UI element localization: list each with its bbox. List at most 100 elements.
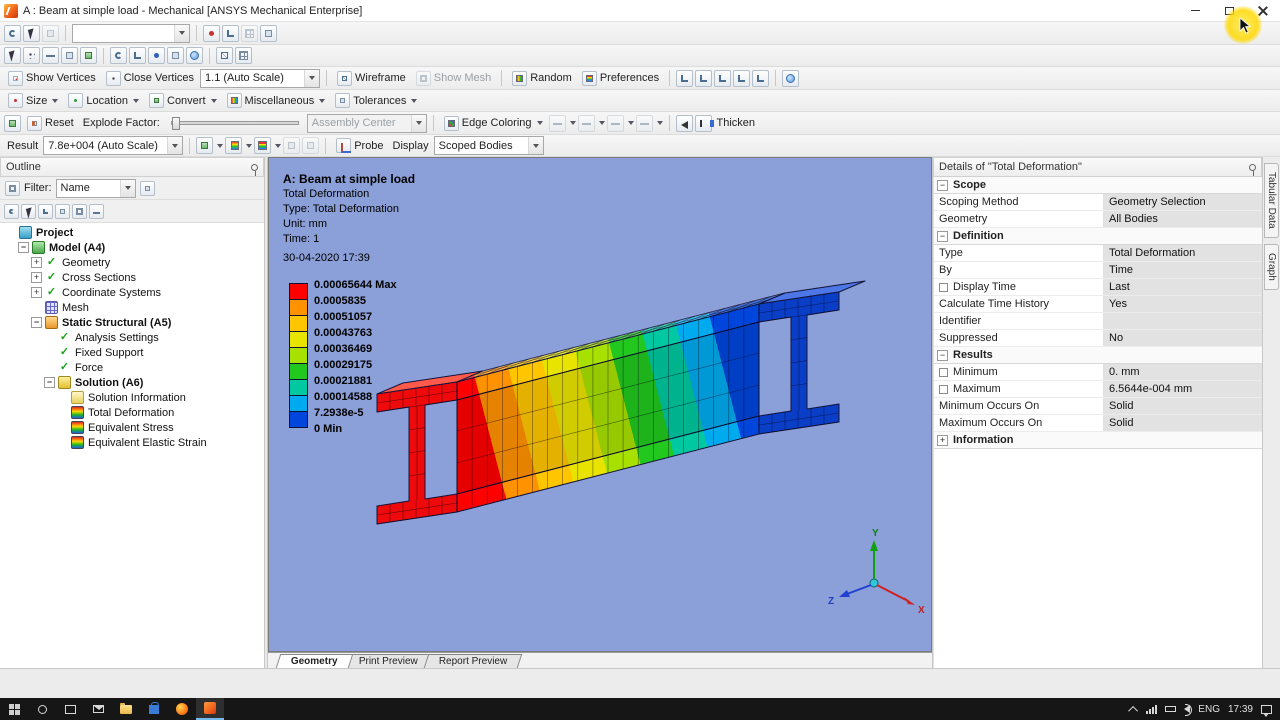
viewport-tab-report-preview[interactable]: Report Preview — [423, 654, 523, 668]
checkbox-icon[interactable] — [939, 384, 948, 394]
solve-icon[interactable] — [203, 24, 220, 42]
edge-style-2-icon[interactable] — [577, 114, 595, 132]
previous-view-icon[interactable] — [235, 47, 252, 64]
details-row-display-time[interactable]: Display Time Last — [934, 279, 1262, 296]
mail-button[interactable] — [84, 698, 112, 720]
select-mode-icon[interactable] — [4, 47, 21, 64]
collapse-all-icon[interactable] — [55, 203, 70, 219]
tree-expander-icon[interactable]: − — [31, 317, 42, 328]
chart-tool-icon[interactable] — [222, 24, 239, 42]
units-globe-icon[interactable] — [782, 69, 800, 87]
pan-view-icon[interactable] — [129, 47, 146, 64]
details-section-results[interactable]: − Results — [934, 347, 1262, 364]
detail-value[interactable]: Geometry Selection — [1104, 194, 1262, 210]
zoom-view-icon[interactable] — [148, 47, 165, 64]
detail-value[interactable]: 6.5644e-004 mm — [1104, 381, 1262, 397]
volume-icon[interactable] — [1184, 704, 1193, 716]
tree-expander-icon[interactable]: + — [31, 272, 42, 283]
iso-view-icon[interactable] — [216, 47, 233, 64]
explode-icon[interactable] — [4, 114, 21, 132]
zoom-box-icon[interactable] — [167, 47, 184, 64]
tree-item-cross-sections[interactable]: + ✓ Cross Sections — [0, 270, 264, 285]
combo-arrow-icon[interactable] — [410, 114, 426, 132]
edge-style-4-icon[interactable] — [635, 114, 653, 132]
start-button[interactable] — [0, 698, 28, 720]
expand-all-icon[interactable] — [38, 203, 53, 219]
detail-value[interactable]: 0. mm — [1104, 364, 1262, 380]
side-tab-tabular-data[interactable]: Tabular Data — [1264, 163, 1279, 238]
collapse-icon[interactable]: − — [937, 349, 948, 361]
wireframe-button[interactable]: Wireframe — [333, 70, 410, 87]
tree-item-analysis-settings[interactable]: ✓ Analysis Settings — [0, 330, 264, 345]
edge-coloring-dropdown[interactable]: Edge Coloring — [440, 115, 547, 132]
details-row-maximum[interactable]: Maximum 6.5644e-004 mm — [934, 381, 1262, 398]
detail-value[interactable]: Last — [1104, 279, 1262, 295]
checkbox-icon[interactable] — [939, 282, 948, 292]
contour-bands-icon[interactable] — [225, 137, 243, 154]
edge-style-3-icon[interactable] — [606, 114, 624, 132]
show-mesh-button[interactable]: Show Mesh — [412, 70, 495, 87]
contour-style-icon[interactable] — [254, 137, 272, 154]
tree-item-equivalent-elastic-strain[interactable]: Equivalent Elastic Strain — [0, 435, 264, 450]
details-section-information[interactable]: + Information — [934, 432, 1262, 449]
probe-button[interactable]: Probe — [332, 137, 387, 154]
minimize-button[interactable] — [1178, 0, 1212, 21]
combo-arrow-icon[interactable] — [167, 137, 183, 154]
worksheet-icon[interactable] — [241, 24, 258, 42]
sort-icon[interactable] — [89, 203, 104, 219]
transform-flip-icon[interactable] — [733, 69, 751, 87]
pin-icon[interactable] — [1249, 163, 1256, 176]
thicken-icon[interactable] — [694, 114, 714, 132]
details-row-scoping-method[interactable]: Scoping Method Geometry Selection — [934, 194, 1262, 211]
network-icon[interactable] — [1146, 704, 1158, 714]
named-selection-combo[interactable] — [72, 23, 190, 43]
tree-item-force[interactable]: ✓ Force — [0, 360, 264, 375]
transform-x-icon[interactable] — [676, 69, 694, 87]
combo-arrow-icon[interactable] — [304, 69, 320, 87]
body-select-icon[interactable] — [80, 47, 97, 64]
tree-item-coordinate-systems[interactable]: + ✓ Coordinate Systems — [0, 285, 264, 300]
filter-name-combo[interactable]: Name — [55, 178, 136, 198]
file-explorer-button[interactable] — [112, 698, 140, 720]
side-tab-graph[interactable]: Graph — [1264, 243, 1279, 290]
edge-select-icon[interactable] — [42, 47, 59, 64]
ansys-taskbar-button[interactable] — [196, 698, 224, 720]
tree-item-static-structural-a5[interactable]: − Static Structural (A5) — [0, 315, 264, 330]
close-button[interactable] — [1246, 0, 1280, 21]
task-view-button[interactable] — [56, 698, 84, 720]
tree-item-solution-information[interactable]: Solution Information — [0, 390, 264, 405]
refresh-tree-icon[interactable] — [4, 203, 19, 219]
transform-y-icon[interactable] — [695, 69, 713, 87]
transform-z-icon[interactable] — [714, 69, 732, 87]
tolerances-dropdown[interactable]: Tolerances — [331, 92, 421, 109]
detail-value[interactable]: Solid — [1104, 415, 1262, 431]
tree-expander-icon[interactable]: − — [18, 242, 29, 253]
size-dropdown[interactable]: Size — [4, 92, 62, 109]
filter-options-icon[interactable] — [139, 180, 155, 196]
close-vertices-button[interactable]: Close Vertices — [102, 70, 198, 87]
tree-item-fixed-support[interactable]: ✓ Fixed Support — [0, 345, 264, 360]
copy-icon[interactable] — [42, 24, 59, 42]
usb-icon[interactable] — [1165, 706, 1177, 712]
expand-icon[interactable]: + — [937, 434, 948, 446]
details-row-type[interactable]: Type Total Deformation — [934, 245, 1262, 262]
filter-mode-icon[interactable] — [5, 180, 20, 196]
detail-value[interactable]: Total Deformation — [1104, 245, 1262, 261]
geometry-display-icon[interactable] — [196, 137, 214, 154]
detail-value[interactable]: All Bodies — [1104, 211, 1262, 227]
tree-item-geometry[interactable]: + ✓ Geometry — [0, 255, 264, 270]
details-row-identifier[interactable]: Identifier — [934, 313, 1262, 330]
tree-expander-icon[interactable]: + — [31, 287, 42, 298]
random-colors-button[interactable]: Random — [508, 70, 576, 87]
action-center-icon[interactable] — [1261, 704, 1272, 717]
viewport-tab-print-preview[interactable]: Print Preview — [343, 654, 433, 668]
collapse-icon[interactable]: − — [937, 179, 948, 191]
detail-value[interactable]: Time — [1104, 262, 1262, 278]
tree-item-project[interactable]: Project — [0, 225, 264, 240]
assembly-center-combo[interactable]: Assembly Center — [306, 113, 427, 133]
clear-filter-icon[interactable] — [21, 203, 36, 219]
tree-item-model-a4[interactable]: − Model (A4) — [0, 240, 264, 255]
details-row-by[interactable]: By Time — [934, 262, 1262, 279]
combo-arrow-icon[interactable] — [527, 137, 543, 154]
tree-item-solution-a6[interactable]: − Solution (A6) — [0, 375, 264, 390]
